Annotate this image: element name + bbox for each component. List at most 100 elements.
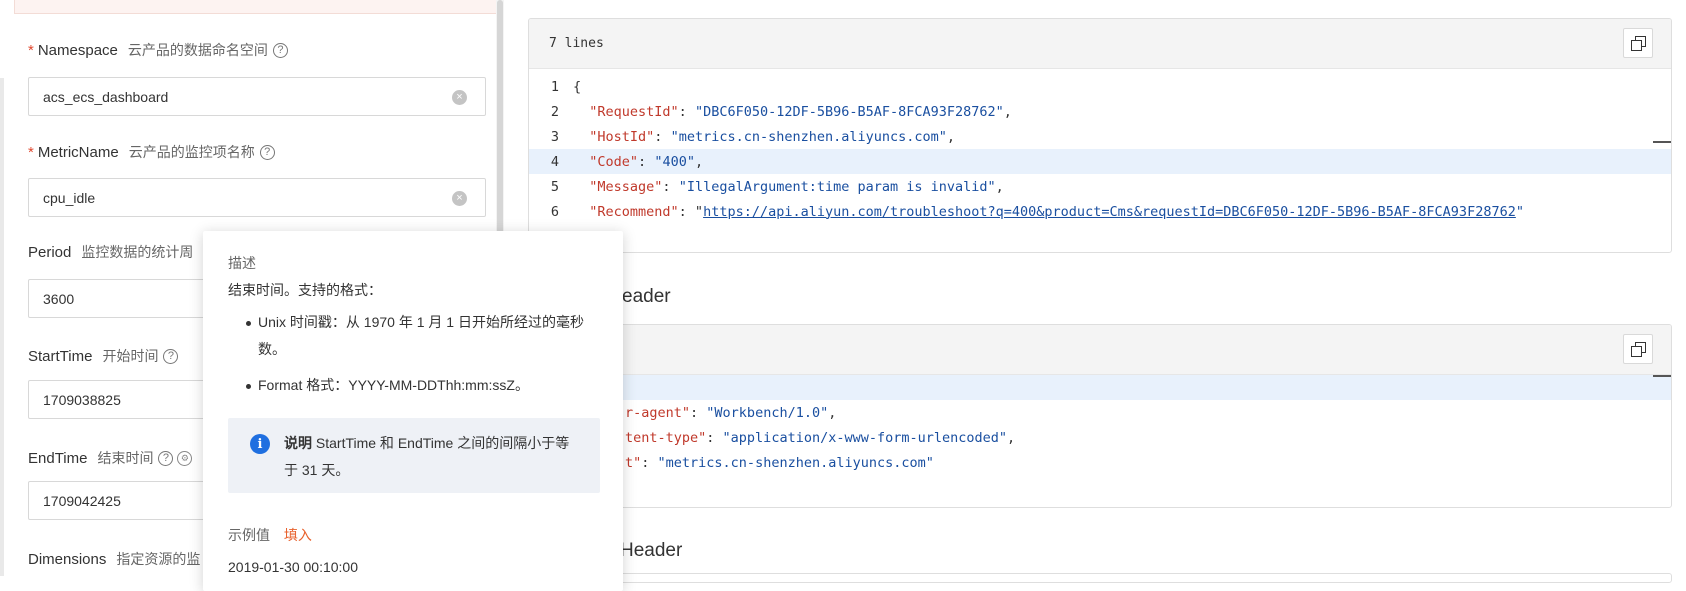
example-label: 示例值 (228, 527, 270, 543)
json-value: "IllegalArgument:time param is invalid" (678, 178, 996, 195)
response-header-card (528, 573, 1672, 583)
line-number: 6 (550, 203, 559, 220)
metric-name-desc: 云产品的监控项名称 (128, 144, 255, 160)
start-time-desc: 开始时间 (102, 348, 159, 364)
line-number: 1 (550, 78, 559, 95)
json-key: "Recommend" (589, 203, 679, 220)
response-body-card: 7 lines 1 { 2 "RequestId": "DBC6F050-12D… (528, 18, 1672, 253)
help-icon[interactable]: ? (259, 144, 275, 160)
json-key: r-agent" (625, 404, 691, 421)
code-line-highlighted: 4 "Code": "400", (529, 149, 1671, 174)
end-time-value: 1709042425 (43, 492, 121, 509)
code-line: 1 { (529, 74, 1671, 99)
code-line-highlighted (529, 375, 1671, 400)
line-number: 2 (550, 103, 559, 120)
metric-name-input[interactable]: cpu_idle × (28, 178, 486, 217)
dimensions-label: Dimensions 指定资源的监 (28, 549, 200, 569)
example-row: 示例值 填入 (228, 525, 312, 545)
json-key: t" (625, 454, 642, 471)
list-item: Format 格式：YYYY-MM-DDThh:mm:ssZ。 (228, 372, 598, 399)
start-time-label: StartTime 开始时间 ? (28, 346, 179, 366)
period-label-text: Period (28, 243, 72, 261)
help-icon[interactable]: ? (272, 42, 288, 58)
line-number: 5 (550, 178, 559, 195)
start-time-value: 1709038825 (43, 391, 121, 408)
namespace-value: acs_ecs_dashboard (43, 88, 169, 105)
json-key: "RequestId" (589, 103, 679, 120)
json-key: "Code" (589, 153, 639, 170)
json-value: "metrics.cn-shenzhen.aliyuncs.com" (670, 128, 947, 145)
code-line: 2 "RequestId": "DBC6F050-12DF-5B96-B5AF-… (529, 99, 1671, 124)
period-desc: 监控数据的统计周 (81, 244, 194, 260)
line-number: 3 (550, 128, 559, 145)
help-icon[interactable]: ? (158, 450, 174, 466)
period-label: Period 监控数据的统计周 (28, 242, 193, 262)
required-marker: * (28, 143, 34, 161)
json-value: "metrics.cn-shenzhen.aliyuncs.com" (657, 454, 934, 471)
json-key: "HostId" (589, 128, 655, 145)
json-value: "DBC6F050-12DF-5B96-B5AF-8FCA93F28762" (694, 103, 1004, 120)
request-header-title: eader (622, 286, 671, 307)
note-title: 说明 (284, 435, 312, 451)
code-scroll-indicator[interactable] (1653, 141, 1671, 143)
help-icon[interactable]: ? (163, 348, 179, 364)
note-box: i 说明 StartTime 和 EndTime 之间的间隔小于等于 31 天。 (228, 418, 600, 493)
error-banner (14, 0, 498, 14)
clear-icon[interactable]: × (452, 90, 467, 105)
namespace-label-text: Namespace (37, 41, 118, 59)
code-scroll-indicator[interactable] (1653, 375, 1671, 377)
tooltip-description: 结束时间。支持的格式： (228, 282, 382, 298)
metric-name-value: cpu_idle (43, 189, 96, 206)
json-value: "application/x-www-form-urlencoded" (722, 429, 1008, 446)
line-count: 7 lines (549, 36, 604, 51)
json-value: "400" (654, 153, 695, 170)
json-value: "Workbench/1.0" (706, 404, 829, 421)
settings-icon[interactable]: ⚙ (177, 450, 193, 466)
metric-name-label-text: MetricName (37, 143, 119, 161)
metric-name-label: * MetricName 云产品的监控项名称 ? (28, 142, 275, 162)
code-line: r-agent": "Workbench/1.0", (625, 404, 837, 421)
end-time-tooltip: 描述 结束时间。支持的格式： Unix 时间戳：从 1970 年 1 月 1 日… (203, 231, 623, 591)
copy-icon (1631, 36, 1646, 51)
namespace-label: * Namespace 云产品的数据命名空间 ? (28, 40, 288, 60)
info-icon: i (250, 434, 270, 454)
required-marker: * (28, 41, 34, 59)
code-line: tent-type": "application/x-www-form-urle… (625, 429, 1016, 446)
code-header (529, 325, 1671, 375)
copy-button[interactable] (1623, 28, 1653, 58)
code-line: 6 "Recommend": " https://api.aliyun.com/t… (529, 199, 1671, 224)
format-list: Unix 时间戳：从 1970 年 1 月 1 日开始所经过的毫秒数。 Form… (228, 309, 598, 399)
code-header: 7 lines (529, 19, 1671, 69)
request-header-card: r-agent": "Workbench/1.0", tent-type": "… (528, 324, 1672, 508)
fill-link[interactable]: 填入 (284, 527, 312, 543)
tooltip-heading: 描述 (228, 255, 256, 271)
code-body: r-agent": "Workbench/1.0", tent-type": "… (529, 375, 1671, 475)
code-text: { (573, 78, 582, 95)
panel-edge (0, 78, 4, 576)
namespace-desc: 云产品的数据命名空间 (127, 42, 268, 58)
clear-icon[interactable]: × (452, 191, 467, 206)
namespace-input[interactable]: acs_ecs_dashboard × (28, 77, 486, 116)
code-body: 1 { 2 "RequestId": "DBC6F050-12DF-5B96-B… (529, 69, 1671, 249)
note-text: StartTime 和 EndTime 之间的间隔小于等于 31 天。 (284, 435, 570, 478)
response-header-title: Header (620, 540, 683, 561)
copy-button[interactable] (1623, 334, 1653, 364)
recommend-link[interactable]: https://api.aliyun.com/troubleshoot?q=40… (703, 204, 1516, 220)
period-value: 3600 (43, 290, 75, 307)
end-time-label: EndTime 结束时间 ? ⚙ (28, 448, 193, 468)
list-item: Unix 时间戳：从 1970 年 1 月 1 日开始所经过的毫秒数。 (228, 309, 598, 363)
dimensions-desc: 指定资源的监 (116, 551, 201, 567)
line-number: 4 (550, 153, 559, 170)
start-time-label-text: StartTime (28, 347, 93, 365)
copy-icon (1631, 342, 1646, 357)
code-line: 7 } (529, 224, 1671, 249)
json-key: "Message" (589, 178, 663, 195)
dimensions-label-text: Dimensions (28, 550, 107, 568)
json-key: tent-type" (625, 429, 707, 446)
code-line: 5 "Message": "IllegalArgument:time param… (529, 174, 1671, 199)
example-value: 2019-01-30 00:10:00 (228, 559, 358, 575)
end-time-desc: 结束时间 (97, 450, 154, 466)
code-line: 3 "HostId": "metrics.cn-shenzhen.aliyunc… (529, 124, 1671, 149)
code-line: t": "metrics.cn-shenzhen.aliyuncs.com" (625, 454, 934, 471)
end-time-label-text: EndTime (28, 449, 88, 467)
